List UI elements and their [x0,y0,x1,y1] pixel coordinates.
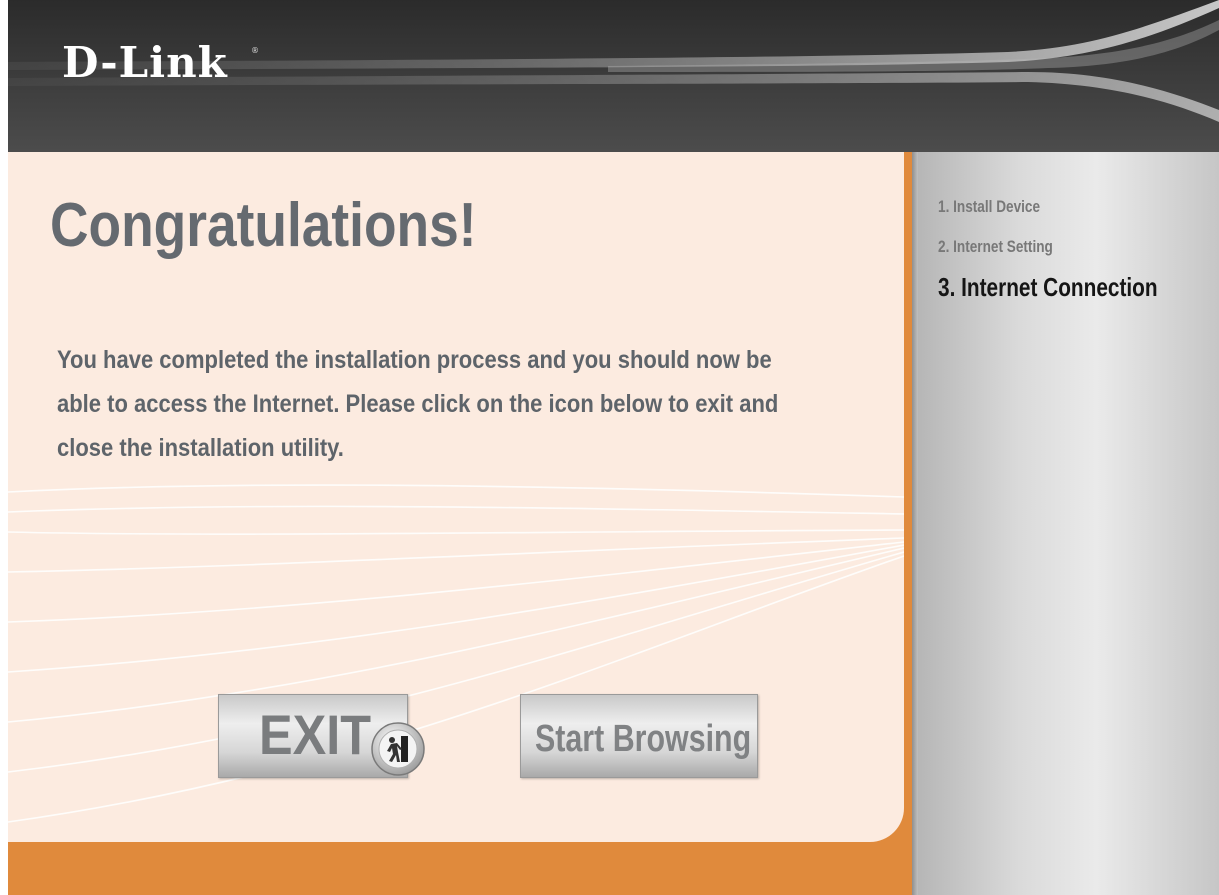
main-panel: Congratulations! You have completed the … [8,152,912,895]
start-browsing-button[interactable]: Start Browsing [520,694,758,778]
step-internet-connection: 3. Internet Connection [938,272,1158,302]
exit-button-label: EXIT [259,703,372,766]
completion-message: You have completed the installation proc… [57,346,779,462]
installer-window: D-Link ® Congratulations! You have compl [0,0,1219,895]
page-title: Congratulations! [50,191,477,260]
content-area: Congratulations! You have completed the … [8,152,904,842]
registered-mark: ® [251,46,259,55]
start-browsing-label: Start Browsing [535,718,752,760]
header-banner: D-Link ® [8,0,1219,152]
dlink-logo: D-Link [62,38,228,87]
exit-door-icon[interactable] [370,721,426,777]
step-install-device: 1. Install Device [938,197,1041,216]
sidebar: 1. Install Device 2. Internet Setting 3.… [912,152,1219,895]
setup-steps-list: 1. Install Device 2. Internet Setting 3.… [938,196,1212,302]
step-internet-setting: 2. Internet Setting [938,237,1053,256]
